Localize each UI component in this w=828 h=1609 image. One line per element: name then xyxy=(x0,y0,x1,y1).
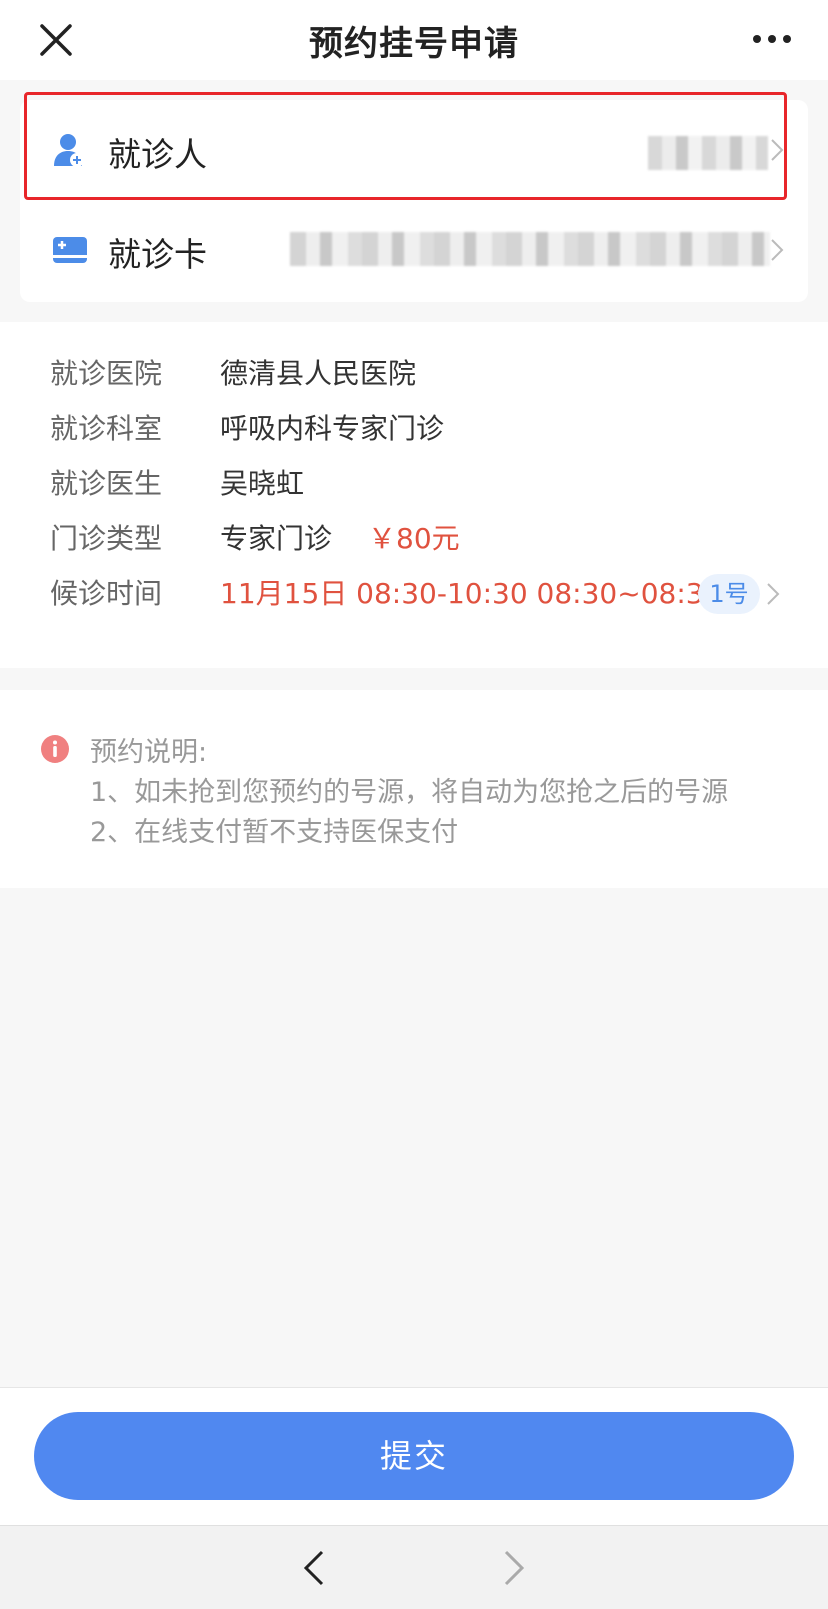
clinic-type-value: 专家门诊 xyxy=(220,522,333,555)
notes-line: 1、如未抢到您预约的号源，将自动为您抢之后的号源 xyxy=(90,777,729,808)
booking-notes: 预约说明: 1、如未抢到您预约的号源，将自动为您抢之后的号源 2、在线支付暂不支… xyxy=(0,690,828,888)
department-label: 就诊科室 xyxy=(50,412,163,445)
card-number-redacted xyxy=(290,232,770,266)
department-row: 就诊科室 呼吸内科专家门诊 xyxy=(50,409,810,449)
more-icon[interactable] xyxy=(752,33,792,45)
forward-icon[interactable] xyxy=(500,1548,528,1588)
hospital-row: 就诊医院 德清县人民医院 xyxy=(50,354,810,394)
department-value: 呼吸内科专家门诊 xyxy=(220,412,445,445)
patient-highlight-box xyxy=(24,92,787,200)
submit-button[interactable]: 提交 xyxy=(34,1412,794,1500)
doctor-value: 吴晓虹 xyxy=(220,467,305,500)
footer-bar: 提交 xyxy=(0,1387,828,1525)
hospital-label: 就诊医院 xyxy=(50,357,163,390)
doctor-row: 就诊医生 吴晓虹 xyxy=(50,464,810,504)
nav-bar: 预约挂号申请 xyxy=(0,0,828,80)
notes-line: 2、在线支付暂不支持医保支付 xyxy=(90,817,459,848)
info-icon xyxy=(41,735,69,763)
chevron-right-icon xyxy=(767,583,780,605)
appointment-details: 就诊医院 德清县人民医院 就诊科室 呼吸内科专家门诊 就诊医生 吴晓虹 门诊类型… xyxy=(0,322,828,668)
medical-card-label: 就诊卡 xyxy=(108,235,207,274)
medical-card-icon xyxy=(53,237,87,263)
notes-title: 预约说明: xyxy=(90,737,208,768)
time-value: 11月15日 08:30-10:30 08:30~08:30 xyxy=(220,577,722,610)
clinic-type-row: 门诊类型 专家门诊 ￥80元 xyxy=(50,519,810,559)
doctor-label: 就诊医生 xyxy=(50,467,163,500)
time-label: 候诊时间 xyxy=(50,577,163,610)
back-icon[interactable] xyxy=(300,1548,328,1588)
time-row[interactable]: 候诊时间 11月15日 08:30-10:30 08:30~08:30 1号 xyxy=(50,574,810,614)
page-title: 预约挂号申请 xyxy=(309,24,519,64)
clinic-type-label: 门诊类型 xyxy=(50,522,163,555)
queue-number-badge: 1号 xyxy=(698,574,760,614)
chevron-right-icon xyxy=(771,239,784,261)
price-value: ￥80元 xyxy=(368,522,460,555)
browser-nav-bar xyxy=(0,1525,828,1609)
hospital-value: 德清县人民医院 xyxy=(220,357,417,390)
